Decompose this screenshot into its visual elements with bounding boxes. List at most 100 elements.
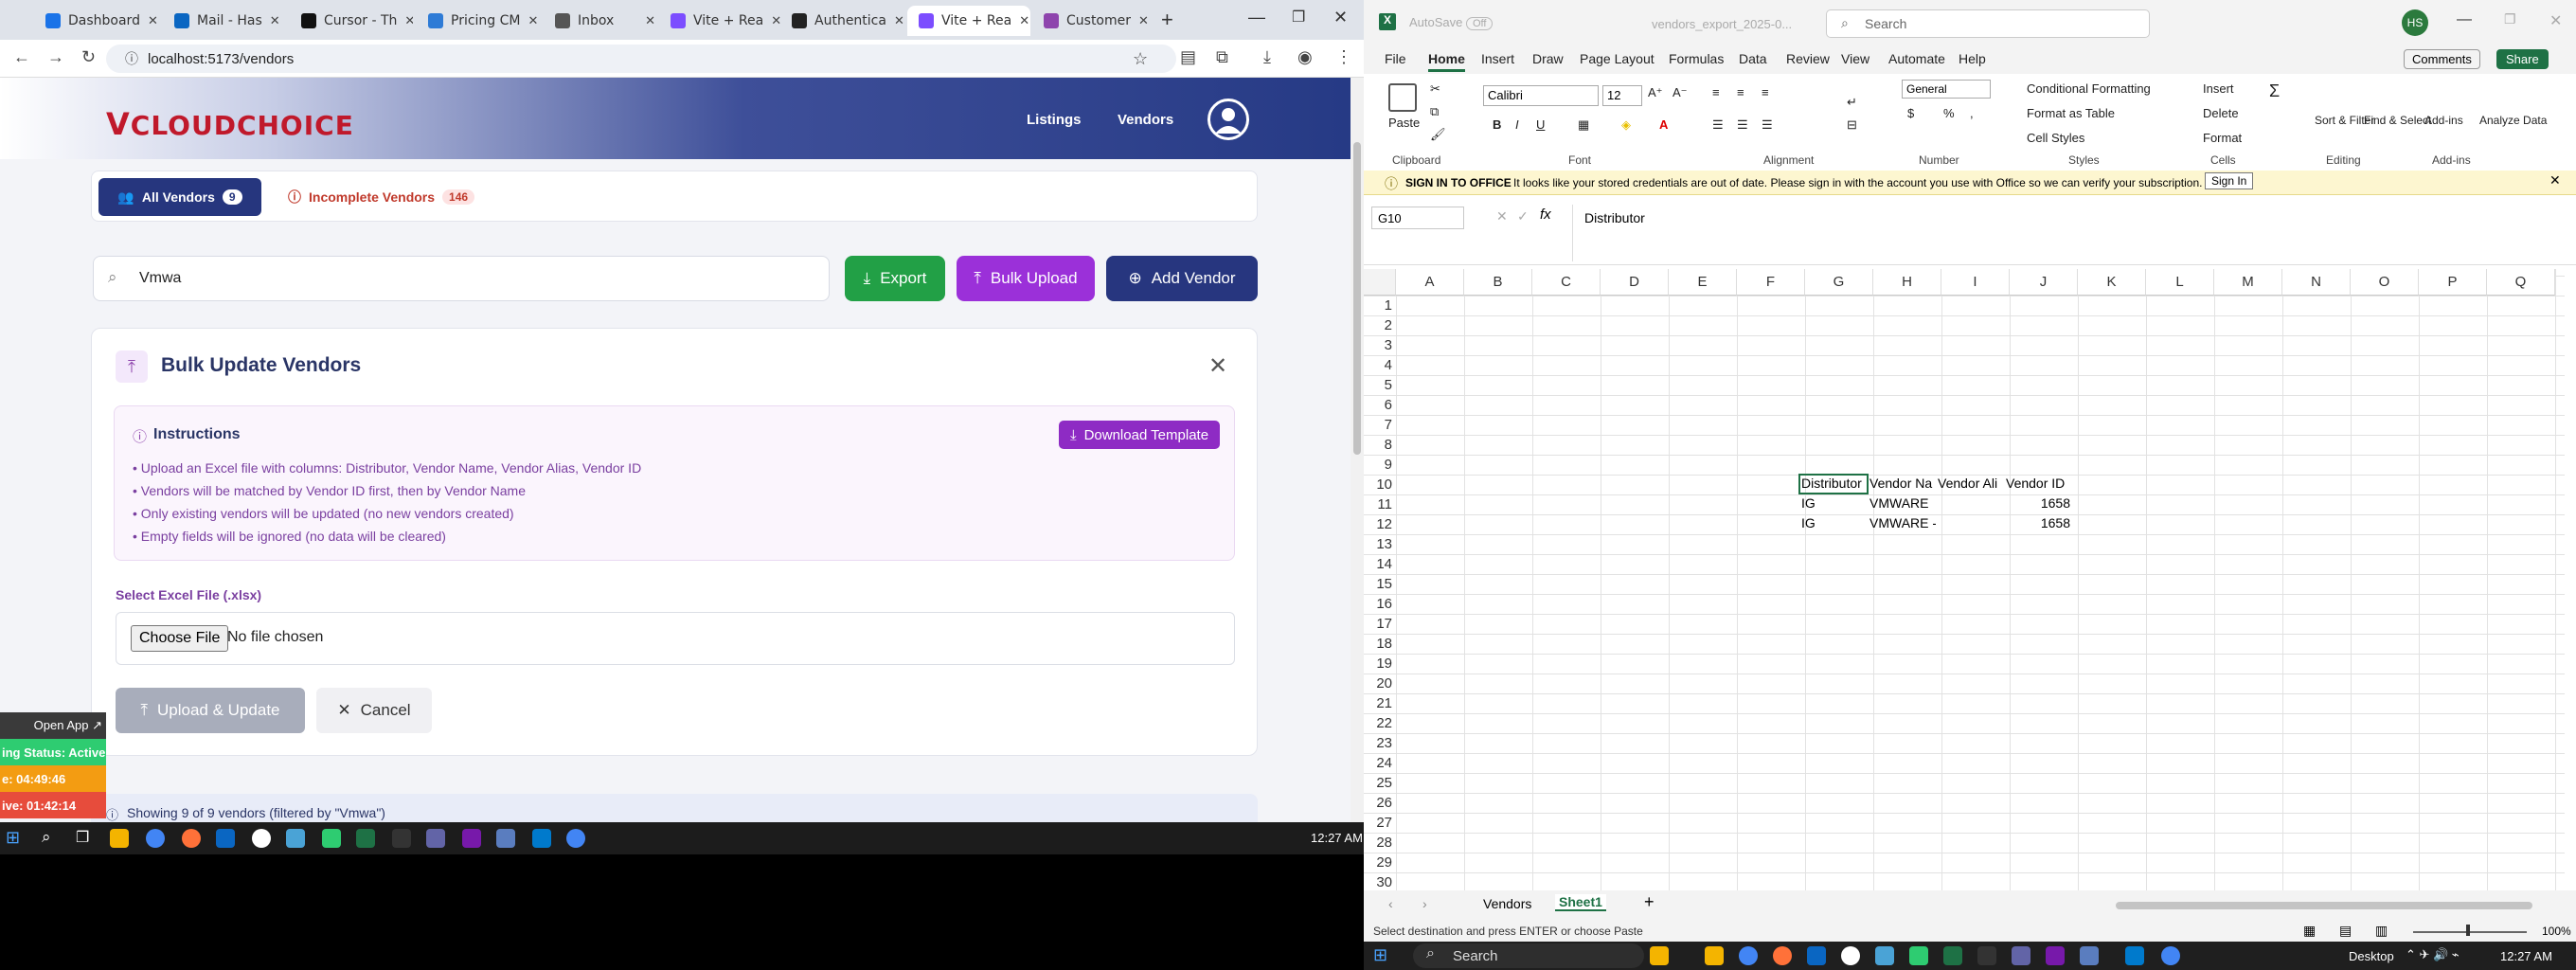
app-icon[interactable] (1650, 946, 1669, 965)
tab-close-icon[interactable]: ✕ (1138, 14, 1149, 28)
all-vendors-tab[interactable]: 👥 All Vendors 9 (98, 178, 261, 216)
site-info-icon[interactable]: ⓘ (125, 49, 138, 68)
column-header[interactable]: I (1941, 269, 2010, 296)
search-icon[interactable]: ⌕ (42, 828, 51, 847)
windows-start-icon[interactable]: ⊞ (1373, 945, 1387, 965)
app-icon[interactable] (1977, 946, 1996, 965)
tab-draw[interactable]: Draw (1532, 51, 1564, 66)
app-icon[interactable] (252, 829, 271, 848)
align-center-icon[interactable]: ☰ (1737, 117, 1748, 133)
reload-icon[interactable]: ↻ (81, 47, 96, 67)
row-header[interactable]: 8 (1364, 437, 1396, 453)
cell-h10[interactable]: Vendor Na (1869, 476, 1936, 491)
new-tab-icon[interactable]: + (1161, 8, 1173, 32)
share-button[interactable]: Share (2496, 49, 2549, 69)
open-app-link[interactable]: Open App ↗ (0, 712, 106, 739)
row-header[interactable]: 13 (1364, 536, 1396, 552)
comma-icon[interactable]: , (1970, 106, 1974, 120)
puzzle-icon[interactable]: ⧉ (1216, 47, 1228, 67)
bold-icon[interactable]: B (1493, 117, 1501, 132)
account-avatar[interactable]: HS (2402, 9, 2428, 36)
row-header[interactable]: 5 (1364, 377, 1396, 393)
tab-close-icon[interactable]: ✕ (148, 14, 157, 28)
cell-g10[interactable]: Distributor (1801, 476, 1868, 491)
app-icon[interactable] (1909, 946, 1928, 965)
wrap-text-icon[interactable]: ↵ (1847, 95, 1857, 110)
row-header[interactable]: 20 (1364, 675, 1396, 692)
analyze-data-button[interactable]: Analyze Data (2479, 114, 2547, 127)
column-header[interactable]: O (2351, 269, 2419, 296)
row-header[interactable]: 27 (1364, 815, 1396, 831)
signin-button[interactable]: Sign In (2205, 172, 2254, 189)
spreadsheet-grid[interactable] (1364, 269, 2565, 890)
row-header[interactable]: 4 (1364, 357, 1396, 373)
column-header[interactable]: L (2146, 269, 2214, 296)
italic-icon[interactable]: I (1515, 117, 1519, 132)
row-header[interactable]: 6 (1364, 397, 1396, 413)
browser-tab[interactable]: Vite + Rea ✕ (659, 6, 782, 36)
formula-input[interactable]: Distributor (1572, 205, 2567, 261)
autosave-toggle[interactable]: AutoSave Off (1409, 15, 1494, 30)
row-header[interactable]: 16 (1364, 596, 1396, 612)
tab-data[interactable]: Data (1739, 51, 1767, 66)
app-logo[interactable]: VCLOUDCHOICE (106, 106, 354, 142)
windows-start-icon[interactable]: ⊞ (6, 828, 20, 848)
tab-file[interactable]: File (1385, 51, 1406, 66)
paste-button[interactable]: Paste (1388, 116, 1420, 130)
chrome-icon[interactable] (566, 829, 585, 848)
font-size-select[interactable]: 12 (1602, 85, 1642, 106)
restore-icon[interactable]: ❐ (1292, 8, 1305, 27)
copy-icon[interactable]: ⧉ (1430, 104, 1439, 119)
tab-close-icon[interactable]: ✕ (894, 14, 903, 28)
browser-tab[interactable]: Mail - Has ✕ (163, 6, 286, 36)
tab-insert[interactable]: Insert (1481, 51, 1514, 66)
fx-icon[interactable]: fx (1540, 207, 1551, 223)
autosum-icon[interactable]: Σ (2269, 81, 2280, 101)
app-icon[interactable] (322, 829, 341, 848)
comments-button[interactable]: Comments (2404, 49, 2480, 69)
row-header[interactable]: 15 (1364, 576, 1396, 592)
teams-icon[interactable] (426, 829, 445, 848)
chrome-icon[interactable] (1739, 946, 1758, 965)
font-color-icon[interactable]: A (1659, 117, 1668, 132)
cell-h12[interactable]: VMWARE - (1869, 515, 1936, 530)
tab-automate[interactable]: Automate (1888, 51, 1945, 66)
find-select-button[interactable]: Find & Select (2364, 114, 2431, 127)
name-box[interactable]: G10 (1371, 207, 1464, 229)
column-header[interactable]: M (2214, 269, 2282, 296)
normal-view-icon[interactable]: ▦ (2303, 923, 2316, 939)
excel-icon[interactable] (1943, 946, 1962, 965)
row-header[interactable]: 11 (1364, 496, 1396, 512)
tab-home[interactable]: Home (1428, 51, 1465, 72)
row-header[interactable]: 14 (1364, 556, 1396, 572)
app-icon[interactable] (496, 829, 515, 848)
tab-formulas[interactable]: Formulas (1669, 51, 1724, 66)
tab-help[interactable]: Help (1959, 51, 1986, 66)
align-top-icon[interactable]: ≡ (1712, 85, 1720, 99)
delete-cells-button[interactable]: Delete (2203, 106, 2239, 120)
insert-cells-button[interactable]: Insert (2203, 81, 2234, 96)
format-painter-icon[interactable]: 🖌 (1430, 127, 1446, 142)
firefox-icon[interactable] (1773, 946, 1792, 965)
export-button[interactable]: ⤓ Export (845, 256, 945, 301)
tab-close-icon[interactable]: ✕ (1019, 14, 1029, 28)
close-window-icon[interactable]: ✕ (1333, 8, 1348, 27)
format-as-table-button[interactable]: Format as Table (2027, 106, 2115, 120)
tab-close-icon[interactable]: ✕ (404, 14, 413, 28)
align-middle-icon[interactable]: ≡ (1737, 85, 1744, 99)
browser-menu-icon[interactable]: ⋮ (1335, 47, 1352, 67)
tab-page-layout[interactable]: Page Layout (1580, 51, 1655, 66)
vendor-search-input[interactable]: Vmwa (93, 256, 830, 301)
column-header[interactable]: H (1873, 269, 1941, 296)
column-header[interactable]: B (1464, 269, 1532, 296)
browser-tab[interactable]: Pricing CM ✕ (417, 6, 540, 36)
align-right-icon[interactable]: ☰ (1762, 117, 1773, 133)
currency-icon[interactable]: $ (1907, 106, 1914, 120)
browser-tab[interactable]: Inbox ✕ (544, 6, 667, 36)
row-header[interactable]: 17 (1364, 616, 1396, 632)
cell-i10[interactable]: Vendor Ali (1938, 476, 2004, 491)
row-header[interactable]: 10 (1364, 476, 1396, 493)
download-icon[interactable]: ⤓ (1263, 47, 1271, 67)
align-bottom-icon[interactable]: ≡ (1762, 85, 1769, 99)
firefox-icon[interactable] (182, 829, 201, 848)
